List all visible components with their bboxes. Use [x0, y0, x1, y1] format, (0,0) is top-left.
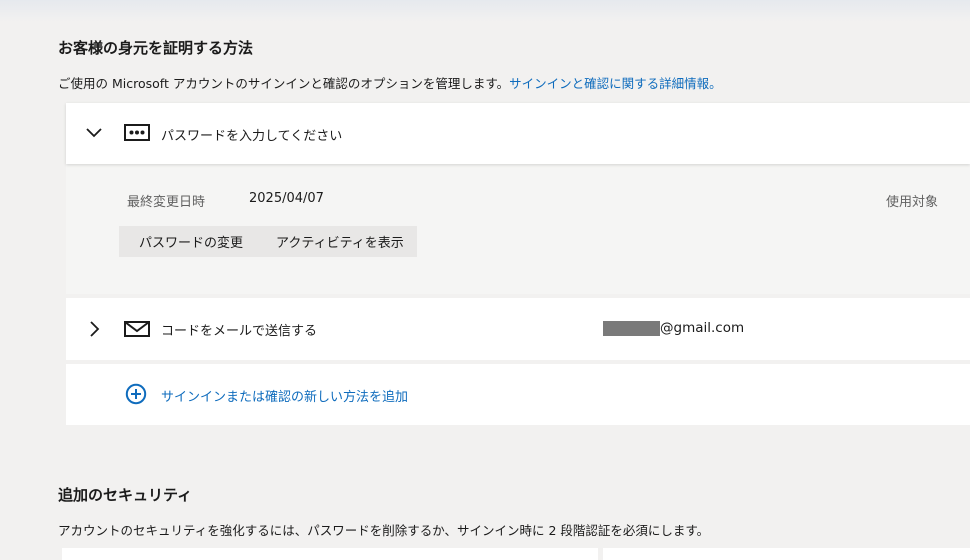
- add-method-row[interactable]: サインインまたは確認の新しい方法を追加: [66, 364, 970, 425]
- chevron-right-icon[interactable]: [84, 319, 104, 339]
- add-circle-icon[interactable]: [125, 383, 147, 405]
- identity-section-description: ご使用の Microsoft アカウントのサインインと確認のオプションを管理しま…: [58, 73, 722, 92]
- password-method-row[interactable]: パスワードを入力してください: [66, 103, 970, 164]
- email-address: @gmail.com: [603, 320, 744, 336]
- email-suffix: @gmail.com: [660, 320, 745, 336]
- security-card-right[interactable]: [603, 548, 970, 560]
- chevron-down-icon[interactable]: [84, 123, 104, 143]
- password-method-label: パスワードを入力してください: [161, 129, 343, 144]
- identity-description-text: ご使用の Microsoft アカウントのサインインと確認のオプションを管理しま…: [58, 76, 510, 91]
- password-icon: [124, 124, 150, 141]
- additional-security-description: アカウントのセキュリティを強化するには、パスワードを削除するか、サインイン時に …: [58, 523, 710, 538]
- identity-section-title: お客様の身元を証明する方法: [58, 39, 254, 57]
- top-gradient: [0, 0, 970, 22]
- used-for-label: 使用対象: [885, 195, 938, 210]
- password-details-panel: 最終変更日時 2025/04/07 使用対象 パスワードの変更 アクティビティを…: [66, 164, 970, 294]
- mail-icon: [124, 321, 150, 337]
- last-changed-label: 最終変更日時: [127, 195, 206, 210]
- redacted-email-prefix: [603, 320, 660, 336]
- view-activity-button[interactable]: アクティビティを表示: [263, 226, 417, 257]
- add-method-link[interactable]: サインインまたは確認の新しい方法を追加: [161, 386, 408, 405]
- learn-more-link[interactable]: サインインと確認に関する詳細情報。: [509, 76, 722, 91]
- additional-security-title: 追加のセキュリティ: [58, 486, 193, 504]
- change-password-button[interactable]: パスワードの変更: [119, 226, 264, 257]
- security-card-left[interactable]: [62, 548, 598, 560]
- last-changed-value: 2025/04/07: [249, 191, 324, 206]
- email-code-method-row[interactable]: コードをメールで送信する @gmail.com: [66, 298, 970, 360]
- email-code-method-label: コードをメールで送信する: [161, 324, 318, 339]
